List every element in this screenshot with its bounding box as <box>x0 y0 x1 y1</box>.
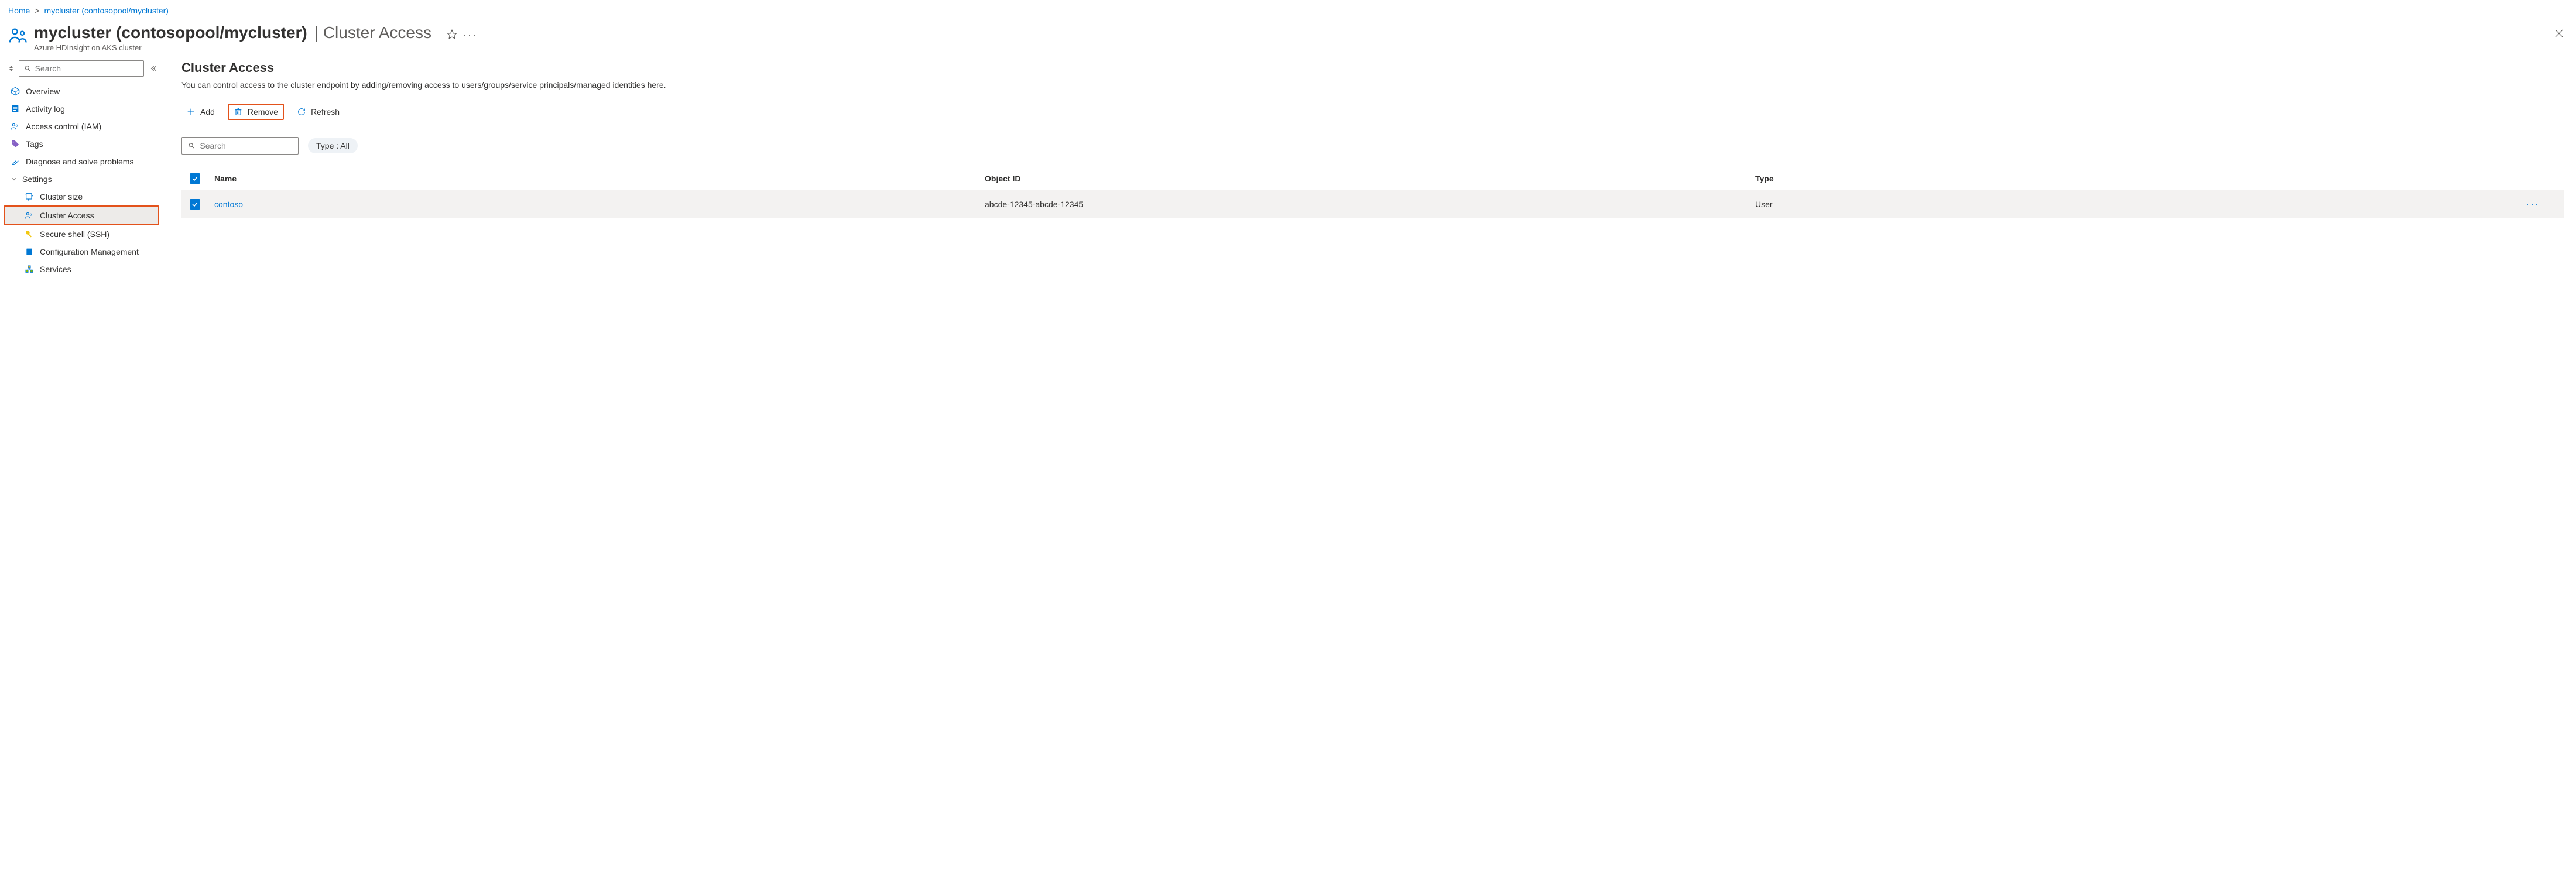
page-title-section: | Cluster Access <box>314 23 431 42</box>
resource-type-label: Azure HDInsight on AKS cluster <box>34 43 2568 52</box>
nav-label: Access control (IAM) <box>26 122 101 131</box>
button-label: Remove <box>248 107 278 116</box>
sidebar-item-iam[interactable]: Access control (IAM) <box>5 118 159 135</box>
col-type[interactable]: Type <box>1755 174 2526 183</box>
table-header: Name Object ID Type <box>181 167 2564 190</box>
access-table: Name Object ID Type contoso abcde-12345-… <box>181 167 2564 218</box>
nav-label: Diagnose and solve problems <box>26 157 133 166</box>
main-content: Cluster Access You can control access to… <box>164 60 2576 290</box>
search-icon <box>24 64 32 73</box>
row-checkbox[interactable] <box>190 199 200 210</box>
refresh-icon <box>297 107 306 116</box>
sidebar-item-config[interactable]: Configuration Management <box>5 243 159 260</box>
sidebar-item-activity-log[interactable]: Activity log <box>5 100 159 118</box>
sidebar-item-overview[interactable]: Overview <box>5 83 159 100</box>
nav-label: Cluster Access <box>40 211 94 220</box>
filter-value: All <box>340 141 350 150</box>
sidebar-item-ssh[interactable]: Secure shell (SSH) <box>5 225 159 243</box>
section-title: Cluster Access <box>181 60 2564 76</box>
cluster-access-icon <box>25 211 34 220</box>
select-all-checkbox[interactable] <box>190 173 200 184</box>
breadcrumb: Home > mycluster (contosopool/mycluster) <box>0 0 2576 19</box>
favorite-star-icon[interactable] <box>447 29 457 40</box>
sidebar-search-input[interactable] <box>35 64 139 73</box>
row-more-icon[interactable]: ··· <box>2526 198 2561 210</box>
add-button[interactable]: Add <box>181 105 220 119</box>
type-filter-pill[interactable]: Type : All <box>308 138 358 153</box>
search-icon <box>188 142 195 150</box>
nav-label: Secure shell (SSH) <box>40 229 109 239</box>
iam-icon <box>11 122 20 131</box>
services-icon <box>25 265 34 274</box>
trash-icon <box>234 107 243 116</box>
col-name[interactable]: Name <box>214 174 985 183</box>
nav-label: Services <box>40 265 71 274</box>
plus-icon <box>186 107 196 116</box>
sidebar-search[interactable] <box>19 60 144 77</box>
toolbar: Add Remove Refresh <box>181 100 2564 126</box>
breadcrumb-home[interactable]: Home <box>8 6 30 15</box>
sidebar: Overview Activity log Access control (IA… <box>0 60 164 290</box>
nav-label: Configuration Management <box>40 247 139 256</box>
sort-toggle-icon[interactable] <box>7 64 15 73</box>
sidebar-item-services[interactable]: Services <box>5 260 159 278</box>
section-description: You can control access to the cluster en… <box>181 80 2564 90</box>
nav-label: Settings <box>22 174 52 184</box>
sidebar-item-cluster-size[interactable]: Cluster size <box>5 188 159 205</box>
cluster-size-icon <box>25 192 34 201</box>
sidebar-section-settings[interactable]: Settings <box>5 170 159 188</box>
row-name-link[interactable]: contoso <box>214 200 985 209</box>
cluster-access-resource-icon <box>8 26 28 46</box>
row-object-id: abcde-12345-abcde-12345 <box>985 200 1755 209</box>
tags-icon <box>11 139 20 149</box>
table-search[interactable] <box>181 137 299 155</box>
nav-label: Cluster size <box>40 192 83 201</box>
nav-label: Activity log <box>26 104 65 114</box>
breadcrumb-separator: > <box>35 6 39 15</box>
activity-log-icon <box>11 104 20 114</box>
button-label: Add <box>200 107 215 116</box>
remove-button[interactable]: Remove <box>228 104 284 120</box>
sidebar-item-tags[interactable]: Tags <box>5 135 159 153</box>
overview-icon <box>11 87 20 96</box>
config-icon <box>25 247 34 256</box>
ssh-key-icon <box>25 229 34 239</box>
nav-label: Overview <box>26 87 60 96</box>
collapse-sidebar-icon[interactable] <box>148 64 159 73</box>
filter-bar: Type : All <box>181 137 2564 155</box>
sidebar-item-cluster-access[interactable]: Cluster Access <box>4 205 159 225</box>
row-type: User <box>1755 200 2526 209</box>
col-object-id[interactable]: Object ID <box>985 174 1755 183</box>
page-title-resource: mycluster (contosopool/mycluster) <box>34 23 307 42</box>
table-search-input[interactable] <box>200 141 292 150</box>
chevron-down-icon <box>11 176 18 183</box>
diagnose-icon <box>11 157 20 166</box>
close-icon[interactable] <box>2554 28 2564 39</box>
page-header: mycluster (contosopool/mycluster) | Clus… <box>0 19 2576 60</box>
sidebar-item-diagnose[interactable]: Diagnose and solve problems <box>5 153 159 170</box>
breadcrumb-cluster[interactable]: mycluster (contosopool/mycluster) <box>44 6 169 15</box>
table-row[interactable]: contoso abcde-12345-abcde-12345 User ··· <box>181 190 2564 218</box>
refresh-button[interactable]: Refresh <box>292 105 344 119</box>
more-commands-icon[interactable]: ··· <box>463 29 474 40</box>
nav-label: Tags <box>26 139 43 149</box>
filter-label: Type : <box>316 141 338 150</box>
button-label: Refresh <box>311 107 340 116</box>
